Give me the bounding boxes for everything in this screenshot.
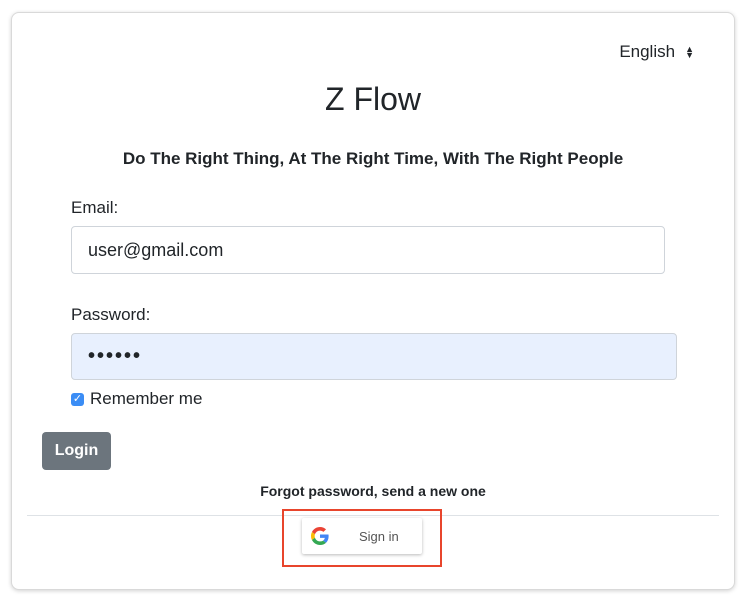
password-label: Password:	[71, 305, 151, 324]
google-sign-in-label: Sign in	[359, 528, 399, 544]
remember-me-label: Remember me	[90, 389, 203, 408]
login-card: English ▲ ▼ Z Flow Do The Right Thing, At…	[11, 12, 735, 590]
remember-me[interactable]: ✓ Remember me	[71, 389, 202, 409]
app-title: Z Flow	[325, 81, 421, 117]
password-field[interactable]: ••••••	[71, 333, 677, 380]
email-field[interactable]: user@gmail.com	[71, 226, 665, 274]
forgot-password-link[interactable]: Forgot password, send a new one	[12, 483, 734, 499]
app-tagline: Do The Right Thing, At The Right Time, W…	[122, 149, 624, 168]
language-select-value: English	[619, 42, 676, 61]
language-select[interactable]: English ▲ ▼	[619, 42, 694, 62]
login-button[interactable]: Login	[42, 432, 111, 470]
google-logo-icon	[311, 527, 329, 545]
sort-arrows-icon: ▲ ▼	[685, 44, 694, 60]
remember-me-checkbox[interactable]: ✓	[71, 392, 84, 406]
email-label: Email:	[71, 198, 119, 217]
google-sign-in-button[interactable]: Sign in	[302, 518, 422, 554]
